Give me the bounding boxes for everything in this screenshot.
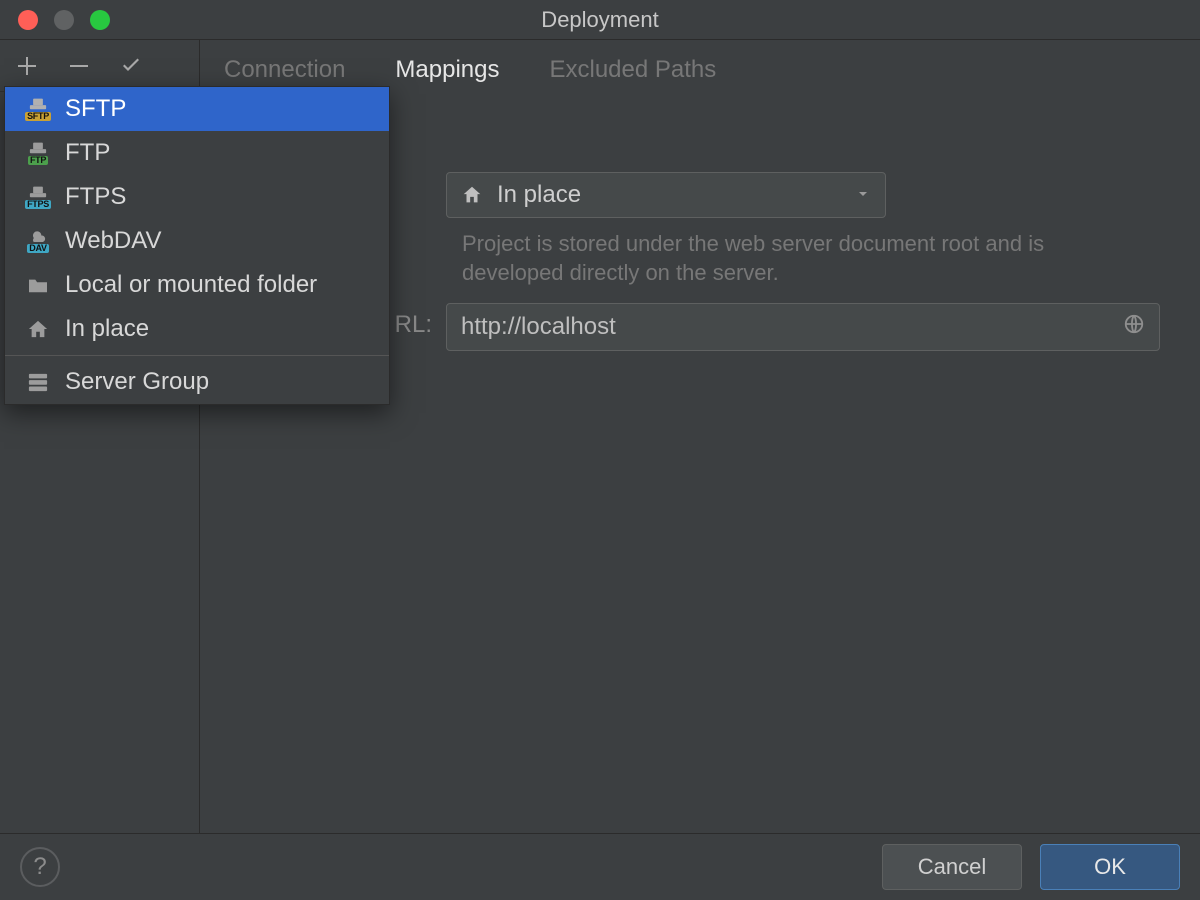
close-window-button[interactable]	[18, 10, 38, 30]
sftp-icon: SFTP	[25, 97, 51, 121]
titlebar: Deployment	[0, 0, 1200, 40]
menu-item-in-place[interactable]: In place	[5, 307, 389, 351]
tab-excluded-paths[interactable]: Excluded Paths	[549, 56, 716, 84]
menu-item-server-group-label: Server Group	[65, 368, 209, 396]
tab-mappings[interactable]: Mappings	[395, 56, 499, 84]
add-server-type-menu: SFTP SFTP FTP FTP FTPS FTPS DAV WebDAV	[4, 86, 390, 405]
deployment-type-select[interactable]: In place	[446, 172, 886, 218]
set-default-server-button[interactable]	[118, 53, 144, 79]
menu-item-ftps[interactable]: FTPS FTPS	[5, 175, 389, 219]
chevron-down-icon	[855, 181, 871, 209]
maximize-window-button[interactable]	[90, 10, 110, 30]
window-controls	[0, 10, 110, 30]
web-server-url-field-wrap[interactable]	[446, 303, 1160, 351]
minimize-window-button[interactable]	[54, 10, 74, 30]
ftps-icon: FTPS	[25, 185, 51, 209]
cancel-button[interactable]: Cancel	[882, 844, 1022, 890]
ftp-icon: FTP	[25, 141, 51, 165]
menu-item-server-group[interactable]: Server Group	[5, 360, 389, 404]
tab-connection[interactable]: Connection	[224, 56, 345, 84]
folder-icon	[25, 273, 51, 297]
globe-icon[interactable]	[1123, 313, 1145, 341]
menu-item-ftp[interactable]: FTP FTP	[5, 131, 389, 175]
deployment-type-help: Project is stored under the web server d…	[446, 230, 1086, 287]
menu-item-in-place-label: In place	[65, 315, 149, 343]
sidebar-toolbar	[0, 40, 199, 92]
menu-item-webdav-label: WebDAV	[65, 227, 161, 255]
bottom-bar: ? Cancel OK	[0, 833, 1200, 899]
home-icon	[25, 317, 51, 341]
add-server-button[interactable]	[14, 53, 40, 79]
menu-item-local-folder[interactable]: Local or mounted folder	[5, 263, 389, 307]
ok-button[interactable]: OK	[1040, 844, 1180, 890]
main-split: Connection Mappings Excluded Paths ly fo…	[0, 40, 1200, 833]
window-title: Deployment	[541, 7, 658, 33]
web-server-url-input[interactable]	[461, 313, 1123, 341]
deployment-type-value: In place	[497, 181, 581, 209]
menu-item-ftps-label: FTPS	[65, 183, 126, 211]
help-button[interactable]: ?	[20, 847, 60, 887]
menu-item-ftp-label: FTP	[65, 139, 110, 167]
remove-server-button[interactable]	[66, 53, 92, 79]
home-icon	[461, 184, 483, 206]
menu-item-sftp-label: SFTP	[65, 95, 126, 123]
menu-item-webdav[interactable]: DAV WebDAV	[5, 219, 389, 263]
menu-item-sftp[interactable]: SFTP SFTP	[5, 87, 389, 131]
menu-separator	[5, 355, 389, 356]
webdav-icon: DAV	[25, 229, 51, 253]
server-group-icon	[25, 370, 51, 394]
menu-item-local-folder-label: Local or mounted folder	[65, 271, 317, 299]
